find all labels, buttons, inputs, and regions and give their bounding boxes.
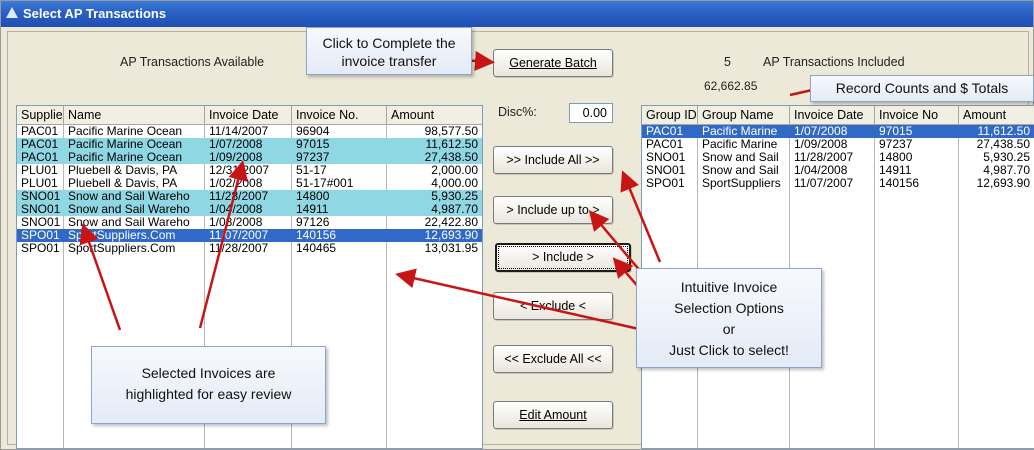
callout-options-line4: Just Click to select! (669, 342, 789, 358)
callout-options-line3: or (722, 321, 736, 337)
callout-complete-line1: Click to Complete the (322, 35, 456, 51)
arrow-to-include-all (620, 170, 662, 263)
callout-complete-transfer: Click to Complete the invoice transfer (306, 27, 472, 75)
arrow-to-pac-rows (198, 160, 248, 329)
callout-selected-invoices: Selected Invoices are highlighted for ea… (91, 346, 326, 424)
callout-options-line2: Selection Options (674, 300, 784, 316)
callout-complete-line2: invoice transfer (341, 53, 437, 69)
arrow-to-sno-rows (79, 223, 122, 331)
callout-record-counts: Record Counts and $ Totals (810, 75, 1034, 102)
callout-selection-options: Intuitive Invoice Selection Options or J… (636, 268, 822, 368)
callout-options-line1: Intuitive Invoice (680, 279, 778, 295)
callout-selected-line2: highlighted for easy review (125, 386, 292, 402)
callout-selected-line1: Selected Invoices are (141, 365, 276, 381)
